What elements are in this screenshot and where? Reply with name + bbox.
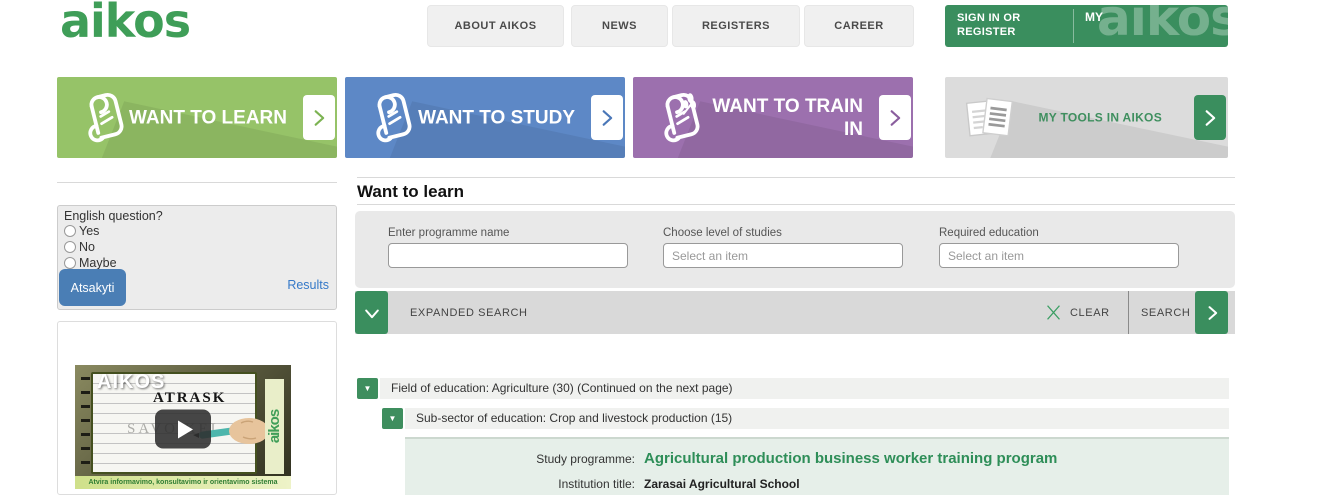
banner-title: WANT TO LEARN	[127, 106, 287, 129]
video-card: AIKOS ATRASK SAVO KEL aikos Atvira infor…	[57, 321, 337, 495]
institution-title-value: Zarasai Agricultural School	[644, 477, 1229, 491]
programme-name-input[interactable]	[388, 243, 628, 268]
play-icon	[178, 420, 193, 438]
level-of-studies-select[interactable]	[663, 243, 903, 268]
scroll-feather-icon	[649, 89, 707, 147]
institution-title-label: Institution title:	[405, 477, 635, 491]
radio-icon[interactable]	[64, 241, 76, 253]
study-programme-label: Study programme:	[405, 452, 635, 466]
collapse-subgroup-button[interactable]: ▼	[382, 408, 403, 429]
poll-submit-button[interactable]: Atsakyti	[59, 269, 126, 306]
study-programme-link[interactable]: Agricultural production business worker …	[644, 450, 1229, 467]
triangle-down-icon: ▼	[364, 384, 372, 393]
banner-want-to-learn[interactable]: WANT TO LEARN	[57, 77, 337, 158]
expanded-search-bar: EXPANDED SEARCH CLEAR SEARCH	[355, 291, 1235, 334]
programme-result-card: Study programme: Agricultural production…	[405, 437, 1229, 495]
aikos-logo[interactable]: aikos	[60, 0, 190, 48]
scroll-icon	[361, 89, 419, 147]
divider	[357, 204, 1235, 205]
expanded-search-label: EXPANDED SEARCH	[410, 307, 528, 319]
nav-career[interactable]: CAREER	[804, 5, 914, 47]
search-label[interactable]: SEARCH	[1141, 307, 1190, 319]
chevron-right-icon	[1202, 303, 1222, 323]
sign-in-label: SIGN IN OR REGISTER	[957, 11, 1067, 39]
nav-registers[interactable]: REGISTERS	[672, 5, 800, 47]
chevron-down-icon	[362, 303, 382, 323]
search-form-panel: Enter programme name Choose level of stu…	[355, 211, 1235, 288]
poll-results-link[interactable]: Results	[287, 278, 329, 292]
video-caption: Atvira informavimo, konsultavimo ir orie…	[75, 476, 291, 489]
group-label: Sub-sector of education: Crop and livest…	[416, 411, 732, 425]
nav-news[interactable]: NEWS	[571, 5, 668, 47]
poll-option-label: Yes	[79, 224, 99, 238]
banner-my-tools-in-aikos[interactable]: MY TOOLS IN AIKOS	[945, 77, 1228, 158]
poll-option-no[interactable]: No	[64, 240, 95, 254]
poll-widget: English question? Yes No Maybe Atsakyti …	[57, 205, 337, 310]
banner-title: MY TOOLS IN AIKOS	[972, 106, 1162, 129]
banner-title: WANT TO TRAIN IN	[703, 95, 863, 141]
sub-sector-group: Sub-sector of education: Crop and livest…	[405, 408, 1229, 429]
x-icon	[1045, 304, 1062, 321]
chevron-right-icon[interactable]	[591, 95, 623, 140]
poll-option-label: Maybe	[79, 256, 117, 270]
my-aikos-watermark: aikos	[1097, 5, 1228, 47]
spiral-binding	[81, 377, 90, 471]
required-education-label: Required education	[939, 227, 1179, 239]
aikos-homepage: aikos ABOUT AIKOS NEWS REGISTERS CAREER …	[0, 0, 1326, 495]
chevron-right-icon[interactable]	[1194, 95, 1226, 140]
required-education-select[interactable]	[939, 243, 1179, 268]
divider	[357, 177, 1235, 178]
banner-want-to-study[interactable]: WANT TO STUDY	[345, 77, 625, 158]
video-thumbnail[interactable]: AIKOS ATRASK SAVO KEL aikos Atvira infor…	[75, 365, 291, 489]
collapse-group-button[interactable]: ▼	[357, 378, 378, 399]
radio-icon[interactable]	[64, 225, 76, 237]
search-button[interactable]	[1195, 291, 1228, 334]
expand-search-button[interactable]	[355, 291, 388, 334]
programme-name-label: Enter programme name	[388, 227, 628, 239]
poll-option-maybe[interactable]: Maybe	[64, 256, 117, 270]
chevron-right-icon[interactable]	[879, 95, 911, 140]
divider	[1073, 9, 1074, 43]
divider	[57, 182, 337, 183]
video-text-line1: ATRASK	[153, 390, 226, 407]
sign-in-register-button[interactable]: SIGN IN OR REGISTER MY aikos	[945, 5, 1228, 47]
poll-option-label: No	[79, 240, 95, 254]
clear-button[interactable]: CLEAR	[1045, 291, 1110, 334]
chevron-right-icon[interactable]	[303, 95, 335, 140]
field-of-education-group: Field of education: Agriculture (30) (Co…	[380, 378, 1229, 399]
aikos-side-strip: aikos	[265, 379, 284, 474]
radio-icon[interactable]	[64, 257, 76, 269]
banner-title: WANT TO STUDY	[415, 106, 575, 129]
triangle-down-icon: ▼	[389, 414, 397, 423]
page-title: Want to learn	[357, 182, 464, 202]
poll-question: English question?	[64, 209, 163, 223]
clear-label: CLEAR	[1070, 307, 1110, 319]
banner-want-to-train-in[interactable]: WANT TO TRAIN IN	[633, 77, 913, 158]
play-button[interactable]	[155, 410, 211, 449]
scroll-icon	[73, 89, 131, 147]
nav-about-aikos[interactable]: ABOUT AIKOS	[427, 5, 564, 47]
level-of-studies-label: Choose level of studies	[663, 227, 903, 239]
group-label: Field of education: Agriculture (30) (Co…	[391, 381, 733, 395]
poll-option-yes[interactable]: Yes	[64, 224, 99, 238]
aikos-side-text: aikos	[266, 410, 283, 443]
divider	[1128, 291, 1129, 334]
